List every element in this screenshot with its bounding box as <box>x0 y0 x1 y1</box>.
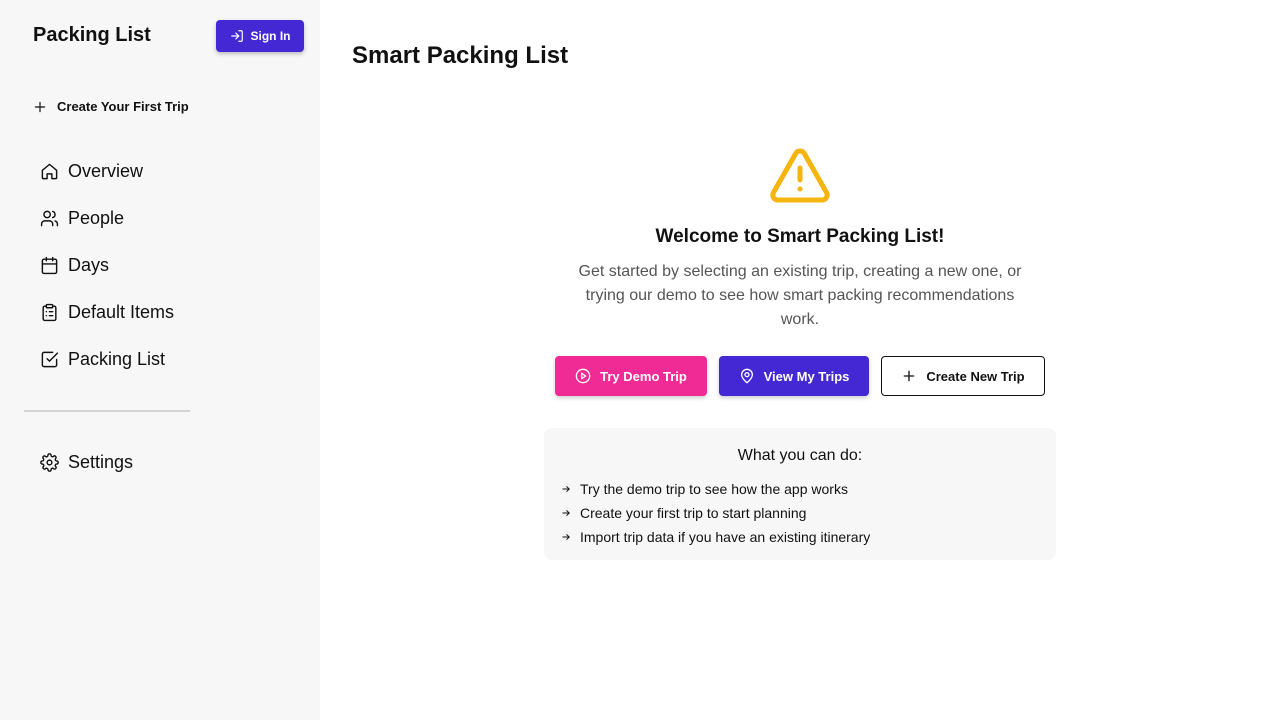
view-my-trips-label: View My Trips <box>763 368 850 384</box>
list-item: Create your first trip to start planning <box>562 501 870 525</box>
sidebar-item-label: Settings <box>68 452 134 472</box>
page-title: Smart Packing List <box>352 42 569 69</box>
welcome-description: Get started by selecting an existing tri… <box>578 263 1022 328</box>
sidebar-nav: Overview People Days Default Items Packi… <box>40 148 174 383</box>
create-first-trip-label: Create Your First Trip <box>57 99 189 114</box>
list-item: Try the demo trip to see how the app wor… <box>562 477 870 501</box>
sidebar-item-people[interactable]: People <box>40 195 174 242</box>
create-new-trip-label: Create New Trip <box>926 368 1025 384</box>
info-list: Try the demo trip to see how the app wor… <box>562 477 870 549</box>
sign-in-button[interactable]: Sign In <box>216 20 304 52</box>
arrow-right-icon <box>562 486 570 492</box>
check-square-icon <box>41 351 59 368</box>
arrow-right-icon <box>562 510 570 516</box>
plus-icon <box>904 370 915 382</box>
calendar-icon <box>41 256 58 275</box>
try-demo-trip-button[interactable]: Try Demo Trip <box>555 356 707 396</box>
list-item-text: Create your first trip to start planning <box>580 505 807 521</box>
clipboard-list-icon <box>42 303 57 322</box>
list-item-text: Import trip data if you have an existing… <box>580 529 871 545</box>
sign-in-label: Sign In <box>250 29 291 43</box>
gear-icon <box>40 453 59 472</box>
view-my-trips-button[interactable]: View My Trips <box>719 356 869 396</box>
create-new-trip-button[interactable]: Create New Trip <box>881 356 1045 396</box>
log-in-icon <box>230 30 243 42</box>
welcome-title: Welcome to Smart Packing List! <box>655 226 945 247</box>
list-item: Import trip data if you have an existing… <box>562 525 870 549</box>
plus-icon <box>34 101 46 112</box>
map-pin-icon <box>740 368 753 384</box>
action-buttons: Try Demo Trip View My Trips Create New T… <box>555 356 1045 396</box>
list-item-text: Try the demo trip to see how the app wor… <box>580 481 848 497</box>
home-icon <box>41 163 58 180</box>
sidebar-item-days[interactable]: Days <box>40 242 174 289</box>
info-panel: What you can do: Try the demo trip to se… <box>544 428 1056 560</box>
info-title: What you can do: <box>737 447 863 464</box>
sidebar-item-label: Days <box>68 255 110 275</box>
try-demo-trip-label: Try Demo Trip <box>600 368 687 384</box>
sidebar-item-overview[interactable]: Overview <box>40 148 174 195</box>
app-title: Packing List <box>33 24 151 46</box>
create-first-trip-button[interactable]: Create Your First Trip <box>33 99 189 114</box>
sidebar-item-label: Overview <box>68 161 144 181</box>
sidebar-item-settings[interactable]: Settings <box>40 439 133 486</box>
sidebar-item-label: People <box>68 208 125 228</box>
users-icon <box>40 210 59 227</box>
arrow-right-icon <box>562 534 570 540</box>
sidebar-divider <box>24 410 190 412</box>
sidebar: Packing List Sign In Create Your First T… <box>0 0 320 720</box>
sidebar-item-label: Default Items <box>68 302 175 322</box>
warning-triangle-icon <box>770 148 830 203</box>
sidebar-item-label: Packing List <box>68 349 166 369</box>
play-circle-icon <box>575 368 591 384</box>
sidebar-item-packing-list[interactable]: Packing List <box>40 336 174 383</box>
sidebar-item-default-items[interactable]: Default Items <box>40 289 174 336</box>
